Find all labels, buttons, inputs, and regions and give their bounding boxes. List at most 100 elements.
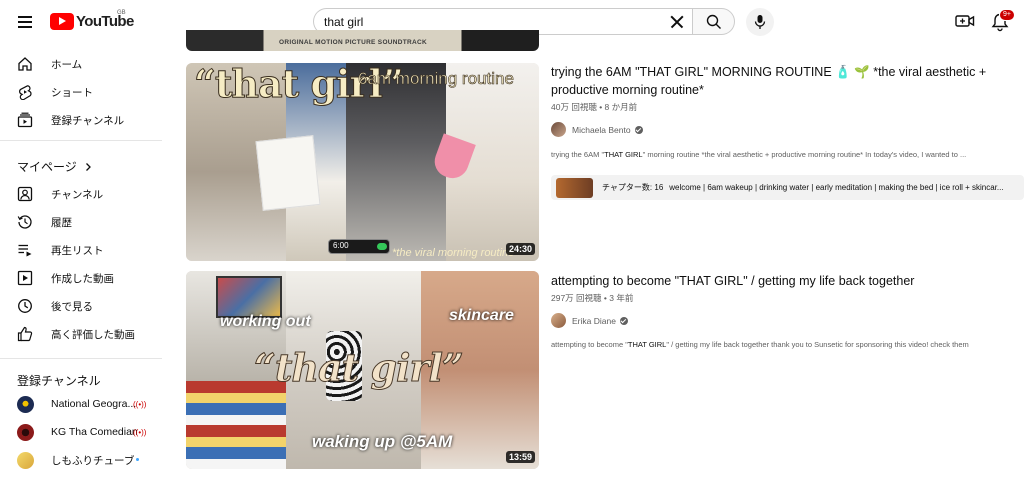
desc-text: attempting to become " <box>551 340 628 349</box>
sidebar-subscription-shimofuri-tube[interactable]: しもふりチューブ <box>0 447 160 473</box>
thumb-journal <box>255 135 321 211</box>
your-videos-icon <box>17 270 33 286</box>
video-description-snippet: trying the 6AM "THAT GIRL" morning routi… <box>551 150 1024 159</box>
chapters-row[interactable]: チャプター数: 16 welcome | 6am wakeup | drinki… <box>551 175 1024 200</box>
thumb-laptop-screen <box>216 276 282 318</box>
sidebar-item-label: 登録チャンネル <box>51 114 125 127</box>
video-title[interactable]: attempting to become "THAT GIRL" / getti… <box>551 272 1011 290</box>
video-duration: 24:30 <box>506 243 536 255</box>
thumb-panel-shelves <box>186 381 286 469</box>
watch-later-icon <box>18 299 32 313</box>
sidebar-subscription-kg-tha-comedian[interactable]: KG Tha Comedian ((•)) <box>0 419 160 445</box>
desc-highlight: THAT GIRL <box>604 150 643 159</box>
video-metadata: 297万 回視聴 • 3 年前 <box>551 292 633 304</box>
video-thumbnail[interactable]: working out skincare “that girl” waking … <box>186 271 539 469</box>
desc-text: " morning routine *the viral aesthetic +… <box>642 150 967 159</box>
voice-search-button[interactable] <box>746 8 774 36</box>
verified-badge-icon <box>634 125 643 134</box>
youtube-play-icon <box>50 12 74 30</box>
sidebar-item-label: 後で見る <box>51 300 93 313</box>
sidebar-item-label: 再生リスト <box>51 244 104 257</box>
desc-text: trying the 6AM " <box>551 150 605 159</box>
subscription-name: しもふりチューブ <box>51 454 135 467</box>
liked-videos-icon <box>17 326 33 342</box>
verified-badge-icon <box>619 316 628 325</box>
sidebar-divider <box>0 358 162 359</box>
sidebar-item-home[interactable]: ホーム <box>0 51 160 77</box>
clear-search-icon[interactable] <box>666 11 688 33</box>
avatar <box>17 395 34 413</box>
playlists-icon <box>18 244 32 257</box>
upload-age: 3 年前 <box>609 293 634 303</box>
thumbnail-text-skincare: skincare <box>449 307 514 324</box>
thumbnail-text-waking-up: waking up @5AM <box>312 432 453 451</box>
video-title[interactable]: trying the 6AM "THAT GIRL" MORNING ROUTI… <box>551 63 1011 99</box>
thumbnail-title-text: “that girl” <box>254 345 465 391</box>
video-metadata: 40万 回視聴 • 8 か月前 <box>551 101 637 113</box>
sidebar-item-subscriptions[interactable]: 登録チャンネル <box>0 107 160 133</box>
desc-text: " / getting my life back together thank … <box>666 340 969 349</box>
microphone-icon <box>754 15 766 29</box>
view-count: 297万 回視聴 <box>551 293 602 303</box>
previous-video-thumbnail[interactable]: ORIGINAL MOTION PICTURE SOUNDTRACK <box>186 30 539 51</box>
chapter-thumbnail <box>556 177 593 198</box>
sidebar: ホーム ショート 登録チャンネル マイページ チャンネル 履歴 再生リスト 作成… <box>0 42 165 477</box>
view-count: 40万 回視聴 <box>551 102 597 112</box>
menu-icon[interactable] <box>14 10 36 32</box>
avatar <box>17 423 34 441</box>
sidebar-item-liked-videos[interactable]: 高く評価した動画 <box>0 321 160 347</box>
video-description-snippet: attempting to become "THAT GIRL" / getti… <box>551 340 1024 349</box>
channel-link[interactable]: Michaela Bento <box>551 122 643 137</box>
video-duration: 13:59 <box>506 451 536 463</box>
subscription-name: KG Tha Comedian <box>51 426 138 438</box>
new-content-dot <box>136 458 139 461</box>
your-channel-icon <box>17 186 33 202</box>
thumbnail-clock-time: 6:00 <box>333 241 349 250</box>
avatar <box>551 313 566 328</box>
create-video-icon[interactable] <box>955 12 975 30</box>
channel-name: Michaela Bento <box>572 124 631 135</box>
sidebar-item-history[interactable]: 履歴 <box>0 209 160 235</box>
thumbnail-caption: *the viral morning routine <box>392 247 515 259</box>
avatar <box>551 122 566 137</box>
live-broadcast-icon: ((•)) <box>133 399 147 409</box>
channel-link[interactable]: Erika Diane <box>551 313 628 328</box>
sidebar-item-playlists[interactable]: 再生リスト <box>0 237 160 263</box>
sidebar-item-watch-later[interactable]: 後で見る <box>0 293 160 319</box>
subscriptions-icon <box>17 112 33 128</box>
you-heading-label: マイページ <box>17 160 77 174</box>
thumbnail-clock: 6:00 <box>328 239 390 254</box>
sidebar-item-label: 作成した動画 <box>51 272 114 285</box>
subscription-name: National Geogra... <box>51 398 137 410</box>
search-input[interactable] <box>324 14 654 29</box>
sidebar-item-your-videos[interactable]: 作成した動画 <box>0 265 160 291</box>
history-icon <box>17 215 32 229</box>
sidebar-subscription-national-geographic[interactable]: National Geogra... ((•)) <box>0 391 160 417</box>
thumbnail-text-working-out: working out <box>220 313 311 330</box>
you-section-heading[interactable]: マイページ <box>17 158 93 175</box>
desc-highlight: THAT GIRL <box>627 340 667 349</box>
thumbnail-caption: ORIGINAL MOTION PICTURE SOUNDTRACK <box>279 39 428 46</box>
sidebar-item-shorts[interactable]: ショート <box>0 79 160 105</box>
upload-age: 8 か月前 <box>604 102 638 112</box>
sidebar-item-label: 高く評価した動画 <box>51 328 135 341</box>
video-thumbnail[interactable]: “that girl” 6am morning routine 6:00 *th… <box>186 63 539 261</box>
channel-name: Erika Diane <box>572 315 616 326</box>
search-button[interactable] <box>692 8 735 35</box>
sidebar-item-label: ショート <box>51 86 93 99</box>
notification-count-badge: 9+ <box>999 9 1015 21</box>
sidebar-item-label: 履歴 <box>51 216 72 229</box>
thumbnail-subtitle-text: 6am morning routine <box>358 69 515 89</box>
chapter-list: welcome | 6am wakeup | drinking water | … <box>669 183 1004 192</box>
shorts-icon <box>19 85 32 100</box>
sidebar-item-your-channel[interactable]: チャンネル <box>0 181 160 207</box>
sidebar-divider <box>0 140 162 141</box>
subscriptions-heading: 登録チャンネル <box>17 374 101 388</box>
live-broadcast-icon: ((•)) <box>133 427 147 437</box>
sidebar-item-label: ホーム <box>51 58 83 71</box>
home-icon <box>18 57 32 71</box>
sidebar-item-label: チャンネル <box>51 188 104 201</box>
avatar <box>17 451 34 469</box>
region-code: GB <box>117 10 126 16</box>
chevron-right-icon <box>85 162 91 171</box>
